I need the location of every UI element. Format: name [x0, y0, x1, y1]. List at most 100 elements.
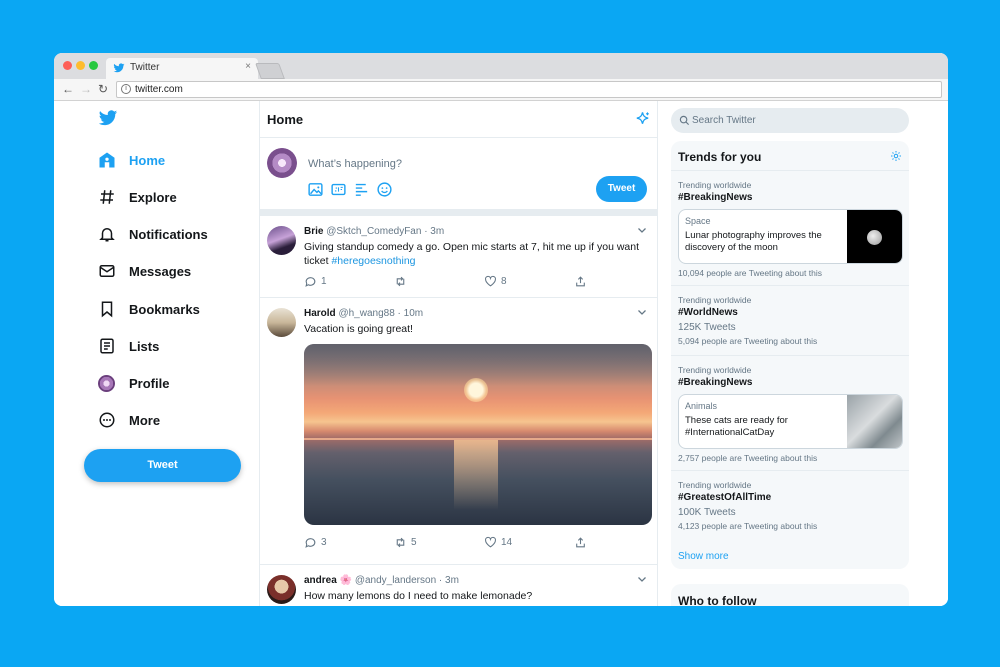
retweet-icon	[396, 537, 405, 548]
twitter-logo-icon[interactable]	[96, 108, 120, 128]
browser-tab[interactable]: Twitter ×	[106, 58, 258, 79]
back-arrow-icon[interactable]: ←	[62, 82, 74, 96]
trend-item[interactable]: Trending worldwide #WorldNews 125K Tweet…	[671, 285, 909, 355]
poll-icon[interactable]	[353, 181, 370, 198]
trend-hashtag[interactable]: #BreakingNews	[678, 377, 752, 388]
image-icon[interactable]	[307, 181, 324, 198]
author-name[interactable]: andrea	[304, 575, 337, 586]
title-bar: Twitter ×	[54, 53, 948, 79]
chevron-down-icon[interactable]	[636, 573, 648, 585]
trend-count: 10,094 people are Tweeting about this	[678, 268, 822, 278]
author-name[interactable]: Brie	[304, 226, 323, 237]
trends-panel: Trends for you Trending worldwide #Break…	[671, 141, 909, 569]
retweet-button[interactable]	[394, 275, 484, 288]
sidebar-item-messages[interactable]: Messages	[98, 259, 191, 283]
hashtag-link[interactable]: #heregoesnothing	[331, 255, 415, 267]
reply-icon	[305, 277, 316, 287]
trend-news-card[interactable]: Animals These cats are ready for #Intern…	[678, 394, 903, 449]
card-headline: Lunar photography improves the discovery…	[685, 230, 822, 253]
like-count: 8	[501, 276, 507, 287]
reply-button[interactable]: 3	[304, 536, 394, 549]
avatar[interactable]	[267, 226, 296, 255]
flower-emoji: 🌸	[339, 575, 353, 586]
share-icon	[576, 537, 585, 548]
address-bar[interactable]: i twitter.com	[116, 81, 942, 98]
reply-button[interactable]: 1	[304, 275, 394, 288]
tweet-button[interactable]: Tweet	[84, 449, 241, 482]
chevron-down-icon[interactable]	[636, 306, 648, 318]
heart-icon	[485, 536, 496, 548]
sidebar-item-more[interactable]: More	[98, 408, 160, 432]
trend-tweet-count: 125K Tweets	[678, 322, 736, 333]
trend-news-card[interactable]: Space Lunar photography improves the dis…	[678, 209, 903, 264]
sidebar-item-home[interactable]: Home	[98, 148, 165, 172]
author-name[interactable]: Harold	[304, 308, 336, 319]
divider	[260, 209, 657, 216]
compose-tweet-button[interactable]: Tweet	[596, 176, 647, 202]
like-button[interactable]: 14	[484, 536, 574, 549]
list-icon	[100, 338, 114, 354]
sidebar-item-label: Bookmarks	[129, 301, 200, 317]
sidebar-item-label: More	[129, 412, 161, 428]
tweet-item[interactable]: Brie @Sktch_ComedyFan · 3m Giving standu…	[260, 216, 657, 298]
trend-hashtag[interactable]: #WorldNews	[678, 307, 738, 318]
forward-arrow-icon[interactable]: →	[80, 82, 92, 96]
reply-count: 3	[321, 537, 327, 548]
photo-sun	[464, 378, 488, 402]
sparkle-icon[interactable]	[634, 111, 651, 128]
author-handle[interactable]: @andy_landerson · 3m	[355, 575, 459, 586]
trend-count: 4,123 people are Tweeting about this	[678, 521, 818, 531]
trend-item[interactable]: Trending worldwide #GreatestOfAllTime 10…	[671, 470, 909, 542]
url-text[interactable]: twitter.com	[135, 84, 183, 95]
gif-icon[interactable]	[330, 181, 347, 198]
tweet-item[interactable]: andrea 🌸 @andy_landerson · 3m How many l…	[260, 565, 657, 606]
tweet-item[interactable]: Harold @h_wang88 · 10m Vacation is going…	[260, 298, 657, 565]
avatar[interactable]	[267, 575, 296, 604]
chevron-down-icon[interactable]	[636, 224, 648, 236]
hashtag-icon	[100, 190, 114, 204]
sunset-photo[interactable]	[304, 344, 652, 525]
page-title: Home	[267, 112, 304, 127]
sidebar-item-profile[interactable]: Profile	[98, 371, 169, 395]
info-icon[interactable]: i	[121, 84, 131, 94]
twitter-bird-icon	[113, 63, 125, 73]
trend-hashtag[interactable]: #BreakingNews	[678, 192, 752, 203]
show-more-link[interactable]: Show more	[678, 551, 729, 562]
share-button[interactable]	[574, 275, 664, 288]
trend-item[interactable]: Trending worldwide #BreakingNews Animals…	[671, 355, 909, 470]
close-window-button[interactable]	[63, 61, 72, 70]
trend-tweet-count: 100K Tweets	[678, 507, 736, 518]
sidebar-item-label: Home	[129, 152, 166, 168]
compose-input[interactable]: What’s happening?	[308, 158, 402, 170]
emoji-icon[interactable]	[376, 181, 393, 198]
sidebar-item-label: Lists	[129, 338, 160, 354]
tweet-text: How many lemons do I need to make lemona…	[304, 590, 533, 602]
sidebar-item-explore[interactable]: Explore	[98, 185, 177, 209]
avatar[interactable]	[267, 308, 296, 337]
new-tab-button[interactable]	[255, 63, 285, 79]
sidebar-item-bookmarks[interactable]: Bookmarks	[98, 297, 200, 321]
sidebar-item-lists[interactable]: Lists	[98, 334, 159, 358]
share-button[interactable]	[574, 536, 664, 549]
maximize-window-button[interactable]	[89, 61, 98, 70]
trend-count: 2,757 people are Tweeting about this	[678, 453, 818, 463]
trend-hashtag[interactable]: #GreatestOfAllTime	[678, 492, 771, 503]
tweet-header: Harold @h_wang88 · 10m	[304, 308, 423, 319]
like-count: 14	[501, 537, 513, 548]
gear-icon[interactable]	[890, 150, 902, 162]
who-to-follow-title: Who to follow	[678, 594, 757, 606]
avatar[interactable]	[267, 148, 297, 178]
share-icon	[576, 276, 585, 287]
trend-item[interactable]: Trending worldwide #BreakingNews Space L…	[671, 170, 909, 285]
sidebar-item-label: Explore	[129, 189, 177, 205]
tab-close-icon[interactable]: ×	[245, 61, 251, 72]
search-input[interactable]: Search Twitter	[671, 108, 909, 133]
retweet-button[interactable]: 5	[394, 536, 484, 549]
bell-icon	[99, 228, 115, 242]
author-handle[interactable]: @h_wang88 · 10m	[338, 308, 423, 319]
author-handle[interactable]: @Sktch_ComedyFan · 3m	[326, 226, 444, 237]
reload-icon[interactable]: ↻	[98, 82, 108, 96]
minimize-window-button[interactable]	[76, 61, 85, 70]
like-button[interactable]: 8	[484, 275, 574, 288]
sidebar-item-notifications[interactable]: Notifications	[98, 222, 208, 246]
